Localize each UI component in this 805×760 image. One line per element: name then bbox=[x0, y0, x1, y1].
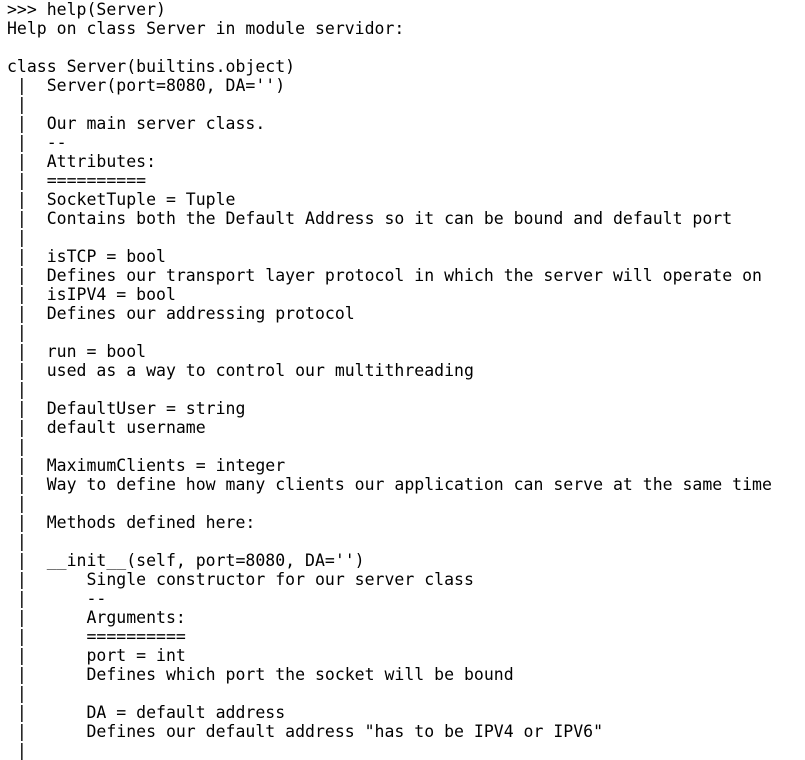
doc-line: | bbox=[7, 380, 27, 399]
doc-line: | Our main server class. bbox=[7, 114, 266, 133]
doc-line: | bbox=[7, 437, 27, 456]
doc-line: | port = int bbox=[7, 646, 186, 665]
doc-line: | bbox=[7, 95, 27, 114]
doc-line: | Defines our addressing protocol bbox=[7, 304, 355, 323]
doc-line: | DA = default address bbox=[7, 703, 286, 722]
doc-line: | bbox=[7, 323, 27, 342]
class-signature-line: class Server(builtins.object) bbox=[7, 57, 296, 76]
doc-line: | Defines which port the socket will be … bbox=[7, 665, 514, 684]
prompt-line: >>> help(Server) bbox=[7, 0, 166, 19]
doc-line: | SocketTuple = Tuple bbox=[7, 190, 236, 209]
doc-line: | isIPV4 = bool bbox=[7, 285, 176, 304]
doc-line: | bbox=[7, 532, 27, 551]
doc-line: | used as a way to control our multithre… bbox=[7, 361, 474, 380]
doc-line: | Methods defined here: bbox=[7, 513, 256, 532]
constructor-signature-line: | Server(port=8080, DA='') bbox=[7, 76, 286, 95]
terminal-output[interactable]: >>> help(Server) Help on class Server in… bbox=[0, 0, 805, 760]
method-signature-line: | __init__(self, port=8080, DA='') bbox=[7, 551, 365, 570]
doc-line: | Defines our default address "has to be… bbox=[7, 722, 604, 741]
doc-line: | default username bbox=[7, 418, 206, 437]
doc-line: | bbox=[7, 494, 27, 513]
doc-line: | MaximumClients = integer bbox=[7, 456, 286, 475]
doc-line: | -- bbox=[7, 133, 67, 152]
doc-line: | ========== bbox=[7, 627, 186, 646]
doc-line: | Contains both the Default Address so i… bbox=[7, 209, 733, 228]
doc-line: | bbox=[7, 684, 27, 703]
doc-line: | Defines our transport layer protocol i… bbox=[7, 266, 762, 285]
doc-line: | -- bbox=[7, 589, 107, 608]
doc-line: | Way to define how many clients our app… bbox=[7, 475, 772, 494]
doc-line: | bbox=[7, 228, 27, 247]
doc-line: | DefaultUser = string bbox=[7, 399, 246, 418]
doc-line: | bbox=[7, 741, 27, 760]
doc-line: | ========== bbox=[7, 171, 147, 190]
doc-line: | isTCP = bool bbox=[7, 247, 166, 266]
doc-line: | Attributes: bbox=[7, 152, 157, 171]
doc-line: | Arguments: bbox=[7, 608, 186, 627]
doc-line: | run = bool bbox=[7, 342, 147, 361]
help-header-line: Help on class Server in module servidor: bbox=[7, 19, 405, 38]
doc-line: | Single constructor for our server clas… bbox=[7, 570, 474, 589]
